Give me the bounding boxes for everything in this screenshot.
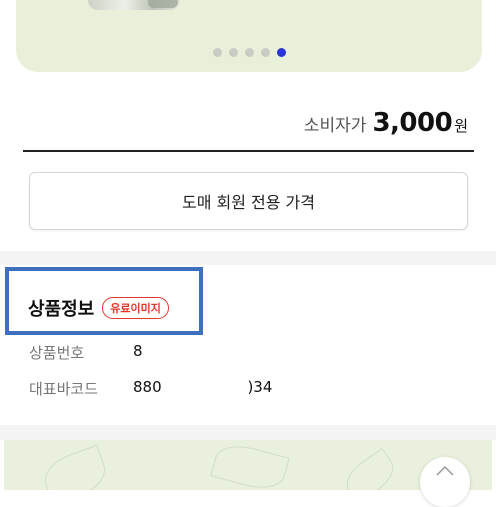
wholesale-price-button[interactable]: 도매 회원 전용 가격 bbox=[29, 172, 468, 230]
carousel-dots bbox=[16, 48, 482, 57]
carousel-dot-2[interactable] bbox=[228, 48, 238, 57]
price-unit: 원 bbox=[454, 117, 468, 135]
consumer-price: 소비자가 3,000 원 bbox=[304, 108, 468, 138]
price-label: 소비자가 bbox=[303, 116, 367, 136]
decorative-leaf bbox=[38, 444, 112, 490]
carousel-dot-3[interactable] bbox=[244, 48, 254, 57]
highlight-box bbox=[5, 267, 203, 335]
info-row-barcode: 대표바코드 880 )34 bbox=[29, 378, 272, 399]
price-value: 3,000 bbox=[372, 108, 453, 138]
chevron-up-icon bbox=[436, 466, 454, 476]
scroll-to-top-button[interactable] bbox=[420, 457, 470, 507]
section-divider bbox=[0, 425, 496, 440]
info-value: 8 bbox=[133, 342, 143, 360]
carousel-dot-4[interactable] bbox=[260, 48, 270, 57]
decorative-leaf bbox=[339, 447, 401, 490]
carousel-dot-1[interactable] bbox=[212, 48, 222, 57]
price-divider bbox=[23, 150, 474, 152]
product-image-detail bbox=[148, 0, 178, 8]
info-label: 상품번호 bbox=[29, 344, 85, 362]
product-image-carousel[interactable] bbox=[16, 0, 482, 72]
section-divider bbox=[0, 251, 496, 265]
carousel-dot-5[interactable] bbox=[276, 48, 286, 57]
info-label: 대표바코드 bbox=[29, 380, 99, 398]
info-row-product-number: 상품번호 8 bbox=[29, 342, 143, 363]
info-value: 880 )34 bbox=[133, 378, 273, 396]
